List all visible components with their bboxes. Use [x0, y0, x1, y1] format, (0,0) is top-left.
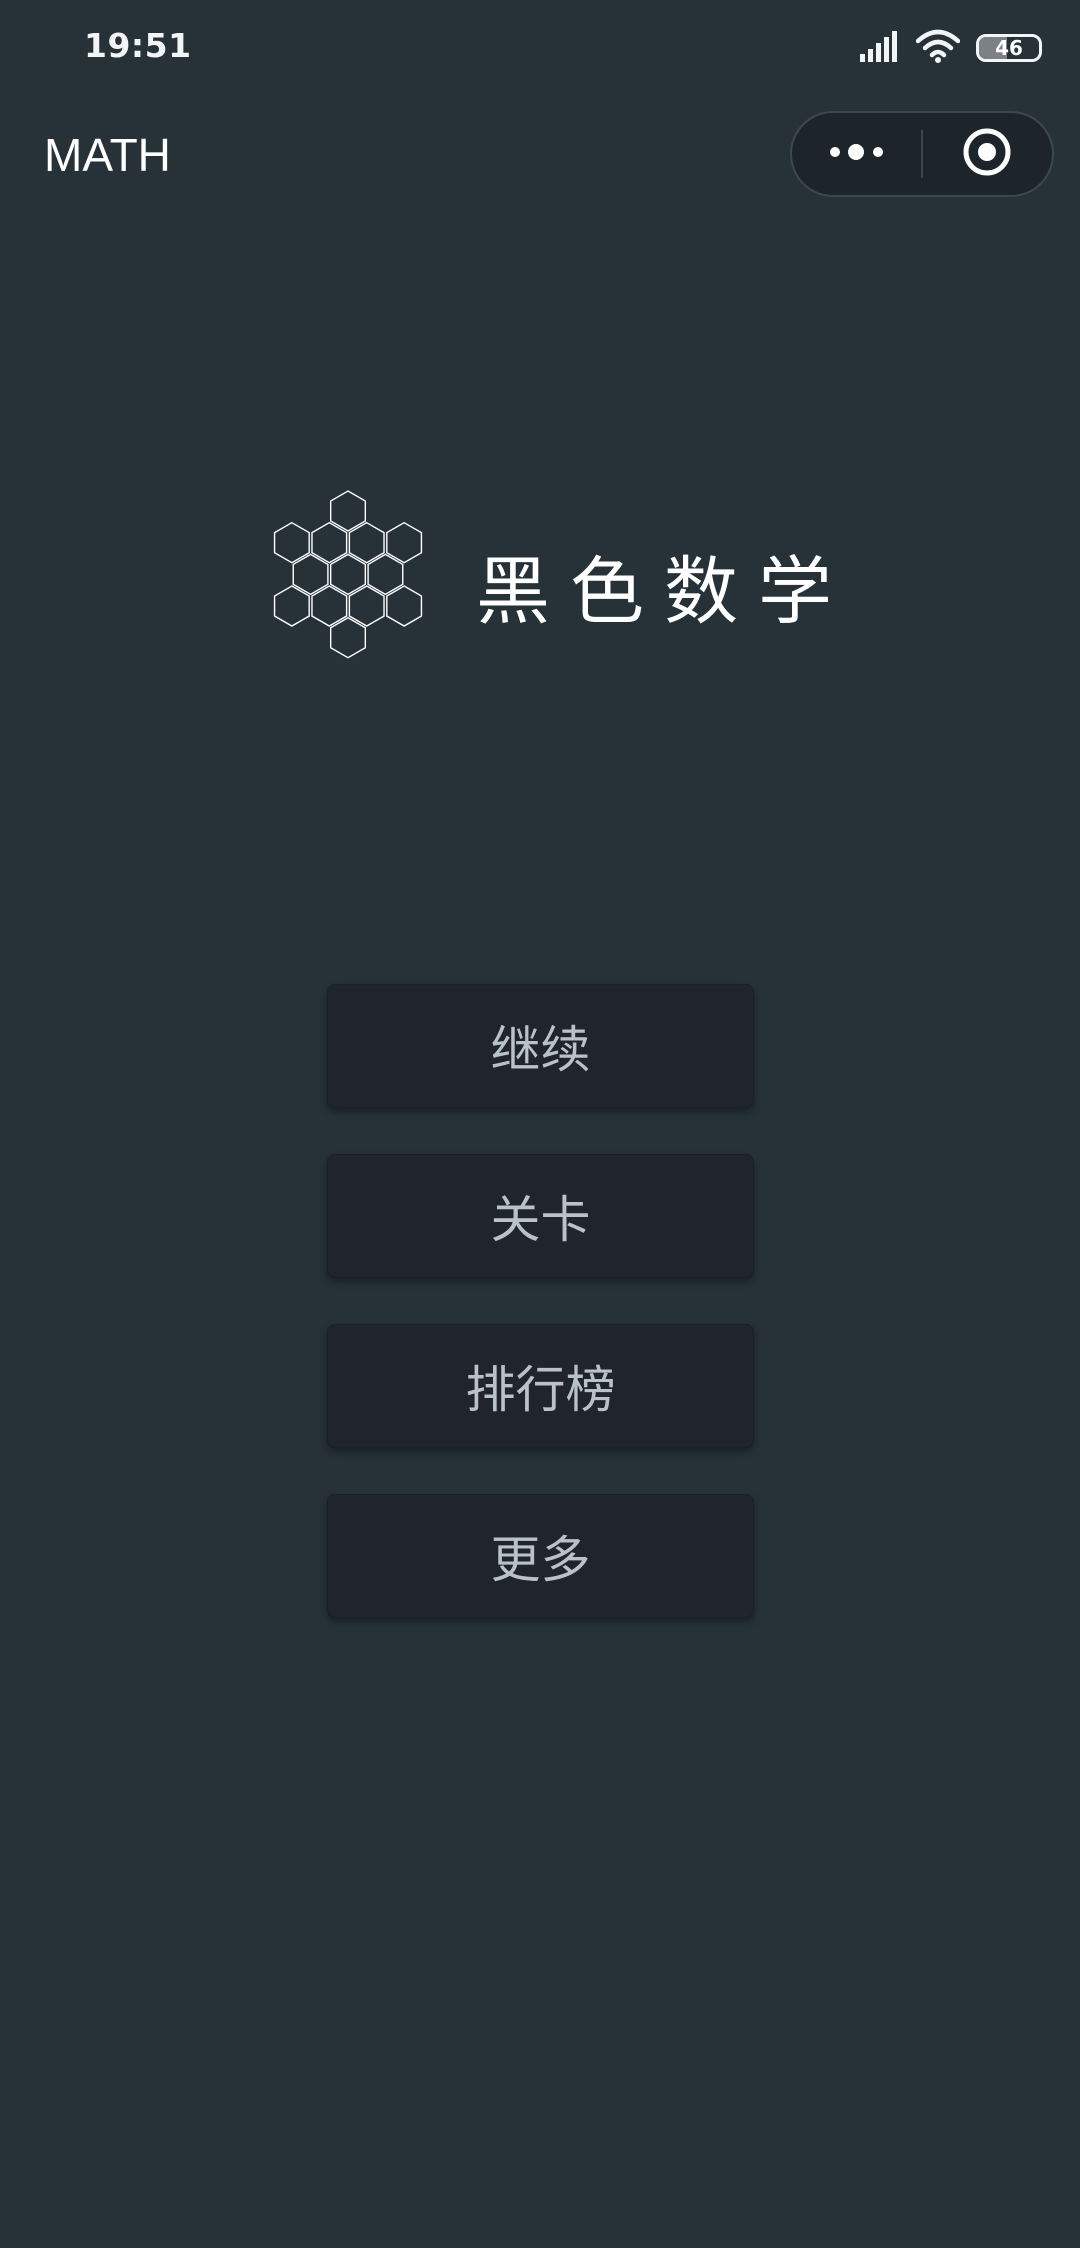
hexagon-cell — [292, 553, 329, 596]
main-menu: 继续 关卡 排行榜 更多 — [327, 984, 754, 1664]
hexagon-cell — [273, 585, 310, 627]
hexagon-cell — [367, 553, 404, 596]
battery-level-text: 46 — [995, 36, 1023, 60]
continue-button[interactable]: 继续 — [327, 984, 754, 1108]
close-button[interactable] — [923, 113, 1052, 195]
hexagon-cell — [311, 521, 348, 564]
signal-icon — [860, 30, 900, 66]
mini-program-capsule — [790, 111, 1054, 197]
status-time: 19:51 — [84, 26, 192, 65]
app-title: 黑色数学 — [476, 549, 852, 635]
hexagon-cell — [348, 521, 385, 564]
status-bar: 19:51 46 — [0, 0, 1080, 96]
hexagon-cell — [329, 553, 367, 596]
more-dots-icon — [829, 142, 885, 166]
page-title: MATH — [44, 129, 171, 181]
leaderboard-button[interactable]: 排行榜 — [327, 1324, 754, 1448]
levels-button[interactable]: 关卡 — [327, 1154, 754, 1278]
hexagon-cell — [329, 616, 367, 659]
battery-icon: 46 — [976, 34, 1042, 62]
more-button[interactable] — [792, 113, 921, 195]
hexagon-cell — [273, 521, 310, 564]
close-target-icon — [962, 127, 1012, 181]
more-menu-button[interactable]: 更多 — [327, 1494, 754, 1618]
status-icons: 46 — [860, 29, 1042, 67]
hexagon-cell — [386, 521, 423, 564]
hexagon-cell — [329, 490, 367, 532]
hexagon-cell — [311, 585, 348, 627]
hexagon-cell — [348, 585, 385, 627]
wifi-icon — [915, 29, 961, 67]
hexagon-cell — [386, 585, 423, 627]
logo: 黑色数学 — [268, 490, 832, 680]
